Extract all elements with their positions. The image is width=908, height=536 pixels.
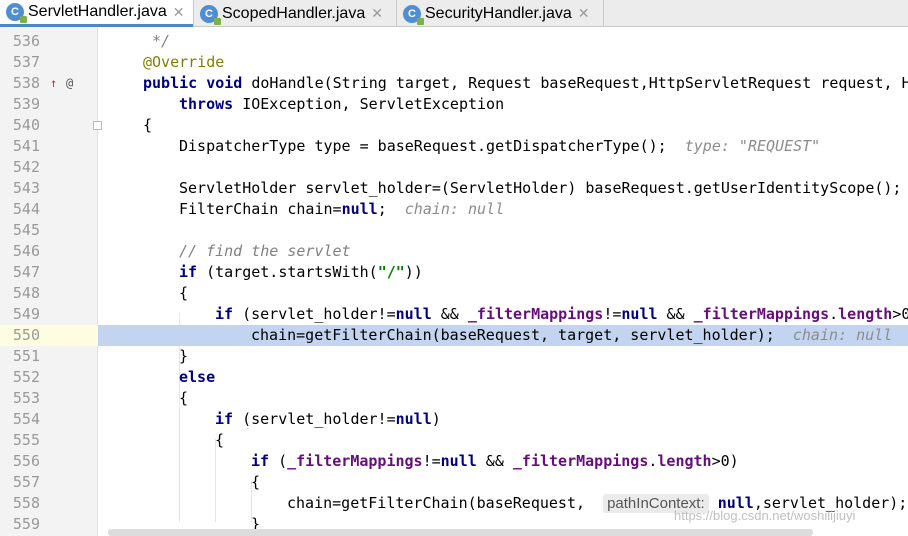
line-number: 552 — [12, 368, 40, 386]
code-line: 539 throws IOException, ServletException — [0, 94, 908, 115]
code-line: 547 if (target.startsWith("/")) — [0, 262, 908, 283]
editor-tab-bar: C ServletHandler.java ✕ C ScopedHandler.… — [0, 0, 908, 27]
line-number: 538 — [12, 74, 40, 92]
watermark: https://blog.csdn.net/woshilijiuyi — [674, 508, 856, 523]
tab-servlet-handler[interactable]: C ServletHandler.java ✕ — [0, 0, 193, 27]
code-line: 551 } — [0, 346, 908, 367]
line-number: 543 — [12, 179, 40, 197]
line-number: 558 — [12, 494, 40, 512]
line-number: 546 — [12, 242, 40, 260]
close-icon[interactable]: ✕ — [578, 5, 590, 22]
line-number: 541 — [12, 137, 40, 155]
line-number: 537 — [12, 53, 40, 71]
code-line: 541 DispatcherType type = baseRequest.ge… — [0, 136, 908, 157]
line-number: 544 — [12, 200, 40, 218]
code-line: 549 if (servlet_holder!=null && _filterM… — [0, 304, 908, 325]
tab-label: ScopedHandler.java — [222, 4, 366, 22]
line-number: 555 — [12, 431, 40, 449]
inline-debug-value: chain: null — [792, 326, 893, 344]
tab-scoped-handler[interactable]: C ScopedHandler.java ✕ — [194, 0, 396, 27]
inline-debug-value: chain: null — [404, 200, 505, 218]
code-line: 544 FilterChain chain=null; chain: null — [0, 199, 908, 220]
java-class-icon: C — [403, 4, 424, 25]
current-execution-line: 550 chain=getFilterChain(baseRequest, ta… — [0, 325, 908, 346]
code-line: 554 if (servlet_holder!=null) — [0, 409, 908, 430]
code-line: 553 { — [0, 388, 908, 409]
tab-label: SecurityHandler.java — [425, 4, 572, 22]
line-number: 547 — [12, 263, 40, 281]
code-line: 557 { — [0, 472, 908, 493]
tab-label: ServletHandler.java — [28, 3, 167, 20]
inline-debug-value: type: "REQUEST" — [684, 137, 821, 155]
code-line: 536 */ — [0, 31, 908, 52]
line-number: 548 — [12, 284, 40, 302]
java-class-icon: C — [200, 4, 221, 25]
line-number: 554 — [12, 410, 40, 428]
line-number: 540 — [12, 116, 40, 134]
line-number: 539 — [12, 95, 40, 113]
line-number: 545 — [12, 221, 40, 239]
code-line: 540 { — [0, 115, 908, 136]
java-class-icon: C — [6, 3, 27, 23]
code-line: 548 { — [0, 283, 908, 304]
line-number: 550 — [12, 326, 40, 344]
line-number: 559 — [12, 515, 40, 533]
line-number: 557 — [12, 473, 40, 491]
line-number: 556 — [12, 452, 40, 470]
override-arrow-icon[interactable]: ↑ — [50, 73, 57, 94]
code-line: 538 ↑ @ public void doHandle(String targ… — [0, 73, 908, 94]
code-line: 546 // find the servlet — [0, 241, 908, 262]
close-icon[interactable]: ✕ — [371, 5, 383, 22]
code-line: 556 if (_filterMappings!=null && _filter… — [0, 451, 908, 472]
line-number: 536 — [12, 32, 40, 50]
line-number: 551 — [12, 347, 40, 365]
line-number: 549 — [12, 305, 40, 323]
line-number: 553 — [12, 389, 40, 407]
code-line: 555 { — [0, 430, 908, 451]
code-line: 552 else — [0, 367, 908, 388]
horizontal-scrollbar[interactable] — [108, 529, 813, 536]
close-icon[interactable]: ✕ — [173, 4, 185, 21]
tab-security-handler[interactable]: C SecurityHandler.java ✕ — [397, 0, 603, 27]
code-line: 537 @Override — [0, 52, 908, 73]
code-line: 543 ServletHolder servlet_holder=(Servle… — [0, 178, 908, 199]
fold-marker-icon[interactable] — [93, 121, 102, 130]
code-line: 542 — [0, 157, 908, 178]
code-line: 545 — [0, 220, 908, 241]
line-number: 542 — [12, 158, 40, 176]
at-override-icon[interactable]: @ — [66, 73, 73, 94]
